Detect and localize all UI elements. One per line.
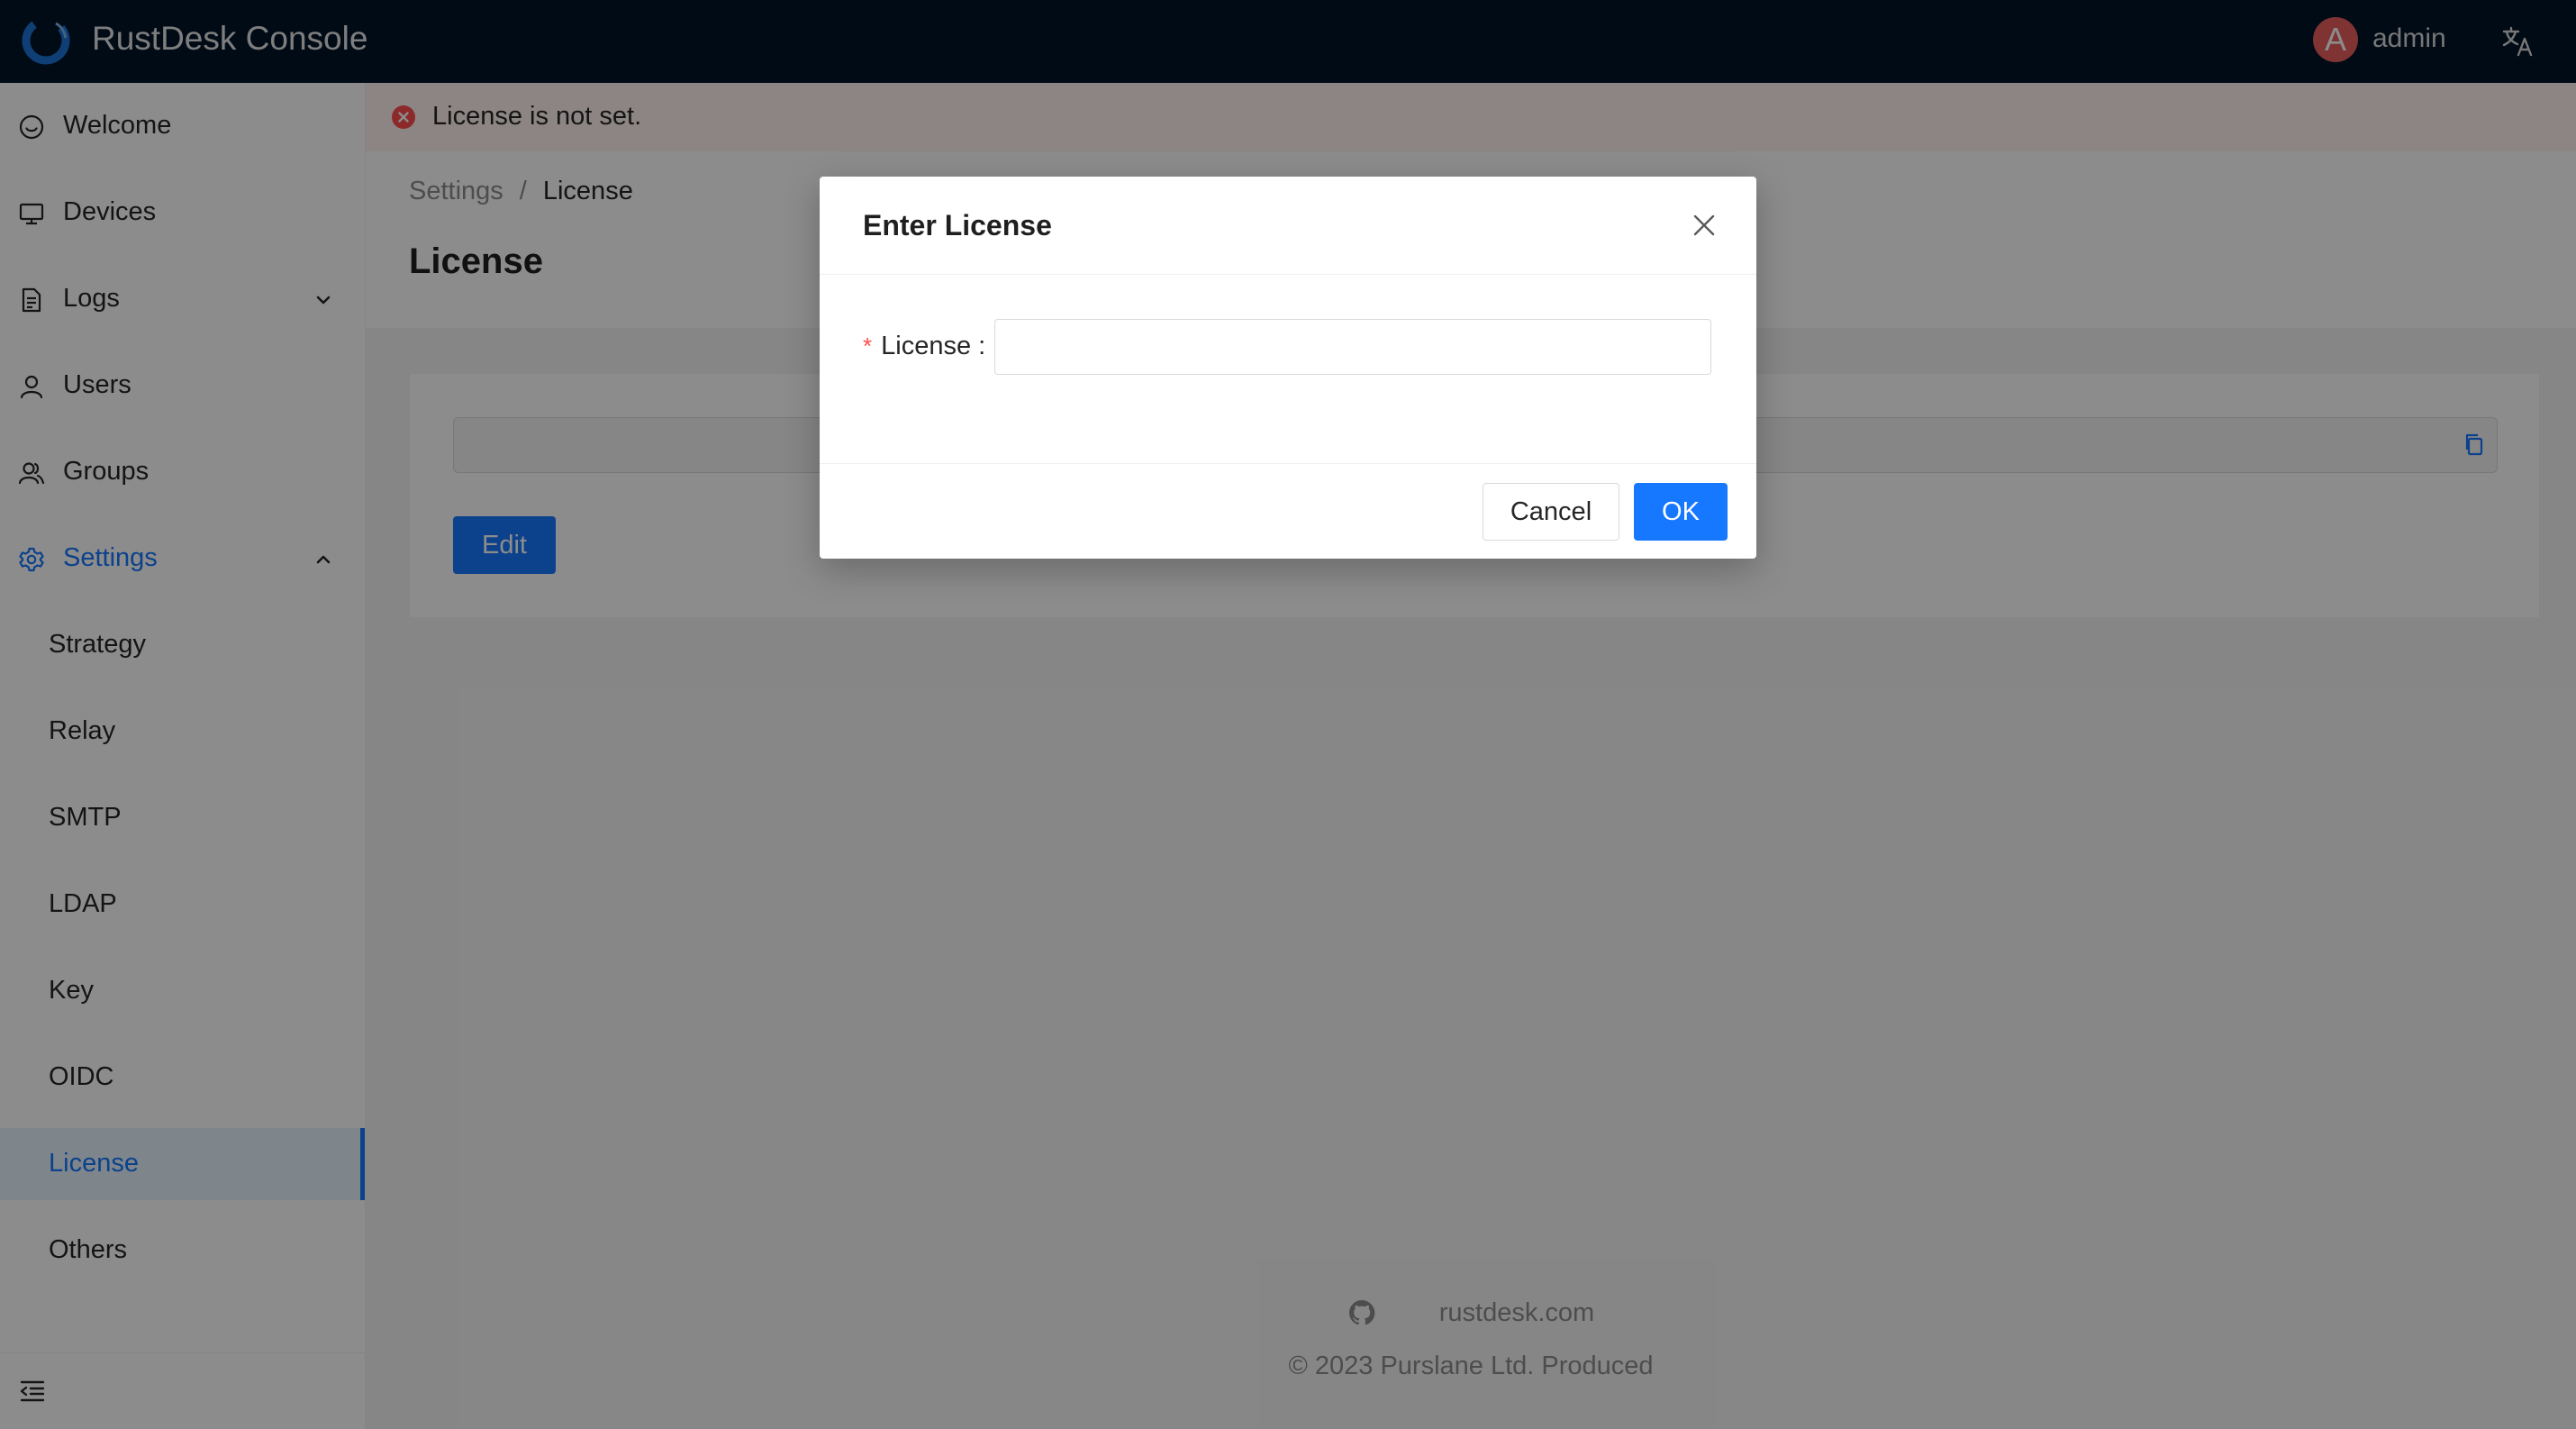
license-input[interactable] xyxy=(994,319,1711,375)
enter-license-modal: Enter License * License : Cancel OK xyxy=(820,177,1756,559)
license-label-text: License xyxy=(881,332,972,360)
label-colon: : xyxy=(971,332,986,360)
required-marker: * xyxy=(863,332,873,360)
modal-footer-divider xyxy=(820,463,1756,464)
modal-title: Enter License xyxy=(863,209,1052,241)
ok-button[interactable]: OK xyxy=(1634,483,1728,541)
close-icon[interactable] xyxy=(1690,211,1719,240)
modal-header-divider xyxy=(820,274,1756,275)
cancel-button[interactable]: Cancel xyxy=(1483,483,1619,541)
license-field-label: * License : xyxy=(863,332,985,361)
